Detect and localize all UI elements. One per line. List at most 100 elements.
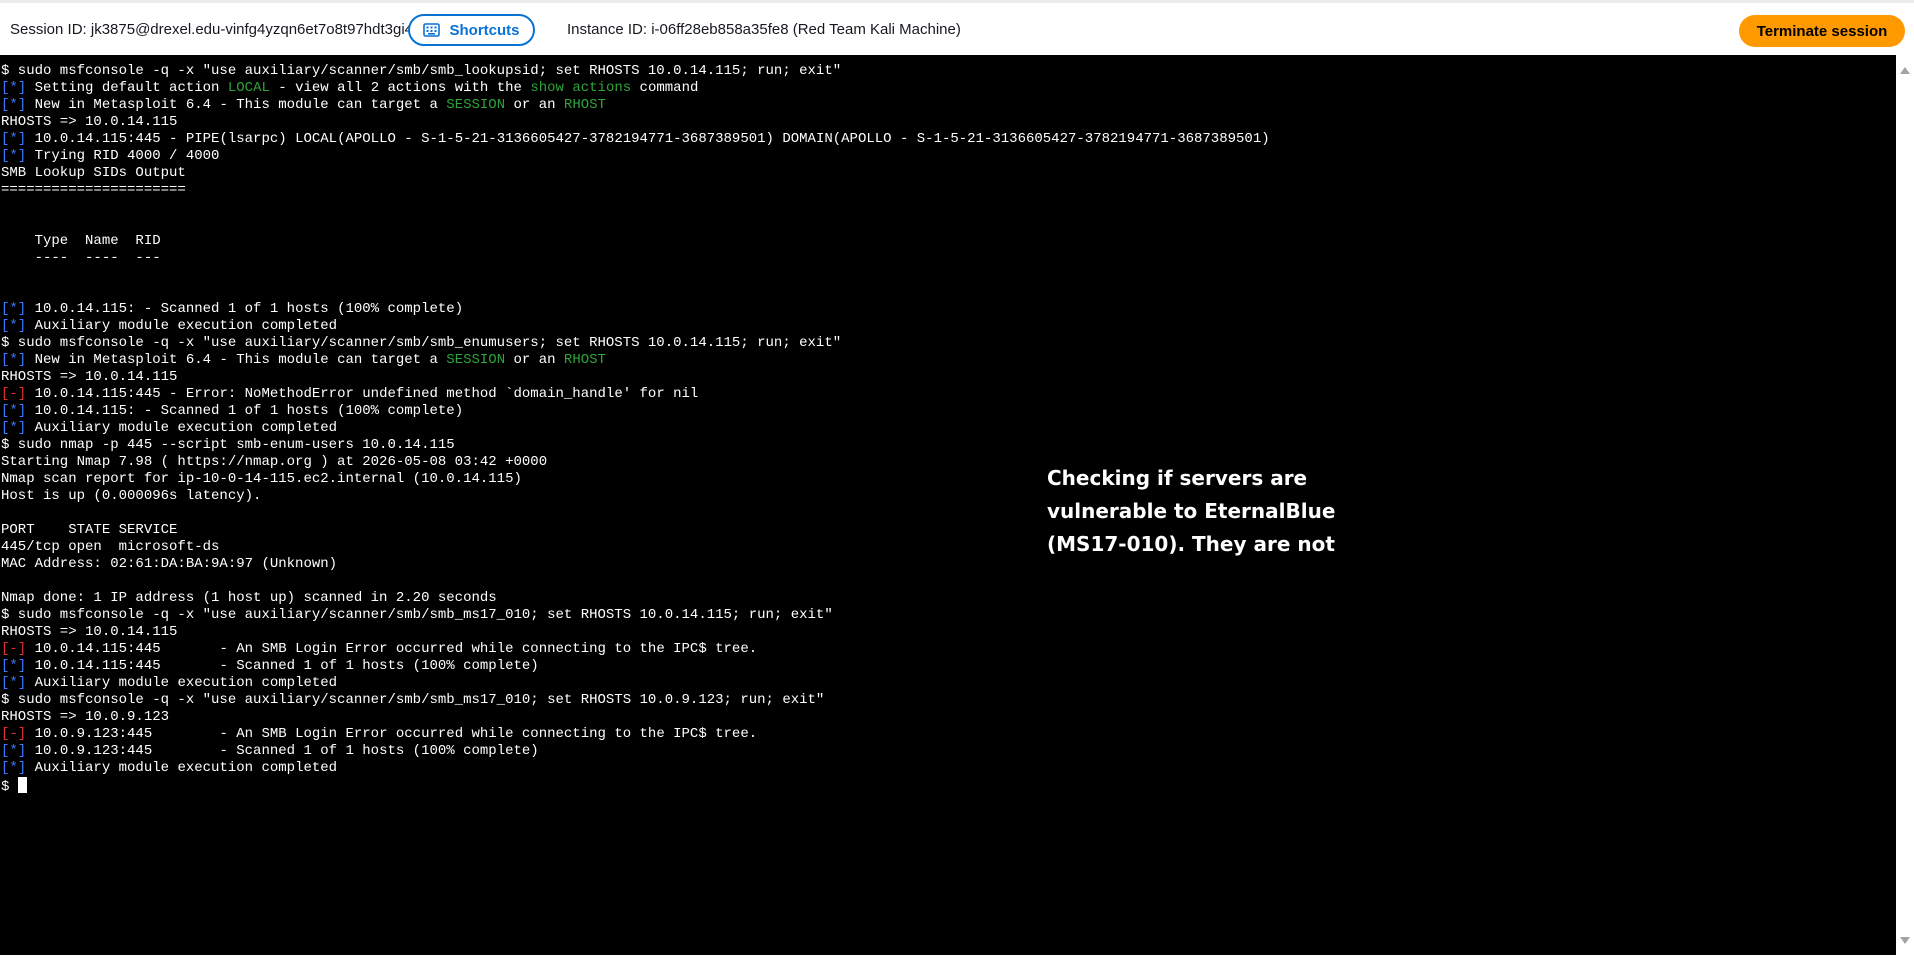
terminal-line: [*] Auxiliary module execution completed xyxy=(1,675,1270,692)
terminal-text: Auxiliary module execution completed xyxy=(26,760,338,776)
session-bar: Session ID: jk3875@drexel.edu-vinfg4yzqn… xyxy=(0,0,1914,55)
annotation-text: Checking if servers are vulnerable to Et… xyxy=(1047,466,1336,556)
terminal-tag-green: SESSION xyxy=(446,352,506,368)
terminal-text: Nmap done: 1 IP address (1 host up) scan… xyxy=(1,590,497,606)
terminal-tag-green: LOCAL xyxy=(227,80,270,96)
terminal-text: RHOSTS => 10.0.14.115 xyxy=(1,114,178,130)
terminal-line: [*] Auxiliary module execution completed xyxy=(1,420,1270,437)
terminal-tag-red: [-] xyxy=(1,726,27,742)
terminal-text: command xyxy=(631,80,699,96)
terminal-text: 10.0.9.123:445 - Scanned 1 of 1 hosts (1… xyxy=(26,743,539,759)
terminal-line: $ sudo msfconsole -q -x "use auxiliary/s… xyxy=(1,63,1270,80)
shortcuts-label: Shortcuts xyxy=(449,21,520,39)
terminal-line: [-] 10.0.9.123:445 - An SMB Login Error … xyxy=(1,726,1270,743)
terminal-text: $ sudo msfconsole -q -x "use auxiliary/s… xyxy=(1,335,842,351)
terminal-line: [*] New in Metasploit 6.4 - This module … xyxy=(1,97,1270,114)
terminal-tag-green: RHOST xyxy=(563,352,606,368)
terminal-text: 10.0.14.115:445 - Error: NoMethodError u… xyxy=(26,386,699,402)
terminal-text: MAC Address: 02:61:DA:BA:9A:97 (Unknown) xyxy=(1,556,338,572)
terminal-tag-blue: [*] xyxy=(1,301,27,317)
terminal-text: Auxiliary module execution completed xyxy=(26,675,338,691)
terminal-line: RHOSTS => 10.0.14.115 xyxy=(1,114,1270,131)
terminal-tag-blue: [*] xyxy=(1,675,27,691)
instance-id: Instance ID: i-06ff28eb858a35fe8 (Red Te… xyxy=(567,21,961,38)
browser-session-page: Session ID: jk3875@drexel.edu-vinfg4yzqn… xyxy=(0,0,1914,962)
terminal-line: $ sudo nmap -p 445 --script smb-enum-use… xyxy=(1,437,1270,454)
terminal-line: $ sudo msfconsole -q -x "use auxiliary/s… xyxy=(1,692,1270,709)
session-id: Session ID: jk3875@drexel.edu-vinfg4yzqn… xyxy=(10,21,413,38)
terminal-tag-blue: [*] xyxy=(1,760,27,776)
terminal-text: ====================== xyxy=(1,182,186,198)
terminal-line: Nmap done: 1 IP address (1 host up) scan… xyxy=(1,590,1270,607)
terminal-text: 10.0.14.115:445 - Scanned 1 of 1 hosts (… xyxy=(26,658,539,674)
terminal-line: ====================== xyxy=(1,182,1270,199)
terminal-tag-green: RHOST xyxy=(563,97,606,113)
terminal-tag-red: [-] xyxy=(1,386,27,402)
terminal-tag-blue: [*] xyxy=(1,403,27,419)
terminal-text: Auxiliary module execution completed xyxy=(26,420,338,436)
terminal-text: Nmap scan report for ip-10-0-14-115.ec2.… xyxy=(1,471,522,487)
terminal-line: [*] 10.0.14.115:445 - PIPE(lsarpc) LOCAL… xyxy=(1,131,1270,148)
terminal-tag-green: SESSION xyxy=(446,97,506,113)
terminal-line: RHOSTS => 10.0.9.123 xyxy=(1,709,1270,726)
terminal-tag-blue: [*] xyxy=(1,148,27,164)
terminal-prompt: $ xyxy=(1,779,18,795)
terminal-line: SMB Lookup SIDs Output xyxy=(1,165,1270,182)
terminal-line: ---- ---- --- xyxy=(1,250,1270,267)
terminate-session-button[interactable]: Terminate session xyxy=(1739,15,1905,47)
terminal-text: RHOSTS => 10.0.14.115 xyxy=(1,369,178,385)
terminal-scrollbar[interactable] xyxy=(1896,55,1914,955)
terminal-output: $ sudo msfconsole -q -x "use auxiliary/s… xyxy=(1,63,1270,795)
terminal[interactable]: $ sudo msfconsole -q -x "use auxiliary/s… xyxy=(0,55,1896,955)
terminal-text: $ sudo msfconsole -q -x "use auxiliary/s… xyxy=(1,692,825,708)
terminal-text: 10.0.9.123:445 - An SMB Login Error occu… xyxy=(26,726,758,742)
terminal-text: 10.0.14.115:445 - PIPE(lsarpc) LOCAL(APO… xyxy=(26,131,1270,147)
scroll-down-arrow-icon[interactable] xyxy=(1900,937,1910,944)
terminal-text: $ sudo nmap -p 445 --script smb-enum-use… xyxy=(1,437,455,453)
terminal-line: [*] 10.0.14.115:445 - Scanned 1 of 1 hos… xyxy=(1,658,1270,675)
terminal-text: $ sudo msfconsole -q -x "use auxiliary/s… xyxy=(1,63,842,79)
terminal-text: Setting default action xyxy=(26,80,228,96)
terminal-line: $ sudo msfconsole -q -x "use auxiliary/s… xyxy=(1,335,1270,352)
terminal-tag-blue: [*] xyxy=(1,658,27,674)
terminal-line: [*] 10.0.14.115: - Scanned 1 of 1 hosts … xyxy=(1,301,1270,318)
terminal-line: $ sudo msfconsole -q -x "use auxiliary/s… xyxy=(1,607,1270,624)
shortcuts-button[interactable]: Shortcuts xyxy=(408,14,535,46)
scroll-up-arrow-icon[interactable] xyxy=(1900,67,1910,74)
terminal-text: Auxiliary module execution completed xyxy=(26,318,338,334)
terminal-text: RHOSTS => 10.0.9.123 xyxy=(1,709,170,725)
terminal-line: [*] Trying RID 4000 / 4000 xyxy=(1,148,1270,165)
terminal-text: RHOSTS => 10.0.14.115 xyxy=(1,624,178,640)
terminal-line: [*] 10.0.14.115: - Scanned 1 of 1 hosts … xyxy=(1,403,1270,420)
terminal-line: [*] Auxiliary module execution completed xyxy=(1,760,1270,777)
terminal-line: [*] Setting default action LOCAL - view … xyxy=(1,80,1270,97)
terminal-text: New in Metasploit 6.4 - This module can … xyxy=(26,352,447,368)
terminal-text: PORT STATE SERVICE xyxy=(1,522,178,538)
terminal-line: [-] 10.0.14.115:445 - Error: NoMethodErr… xyxy=(1,386,1270,403)
terminal-text: Host is up (0.000096s latency). xyxy=(1,488,262,504)
terminal-cursor xyxy=(17,777,27,793)
terminal-line: [*] Auxiliary module execution completed xyxy=(1,318,1270,335)
terminal-text: SMB Lookup SIDs Output xyxy=(1,165,186,181)
terminal-tag-blue: [*] xyxy=(1,97,27,113)
terminal-tag-blue: [*] xyxy=(1,80,27,96)
terminal-text: or an xyxy=(505,352,564,368)
terminal-text: 10.0.14.115: - Scanned 1 of 1 hosts (100… xyxy=(26,403,464,419)
terminal-text: ---- ---- --- xyxy=(1,250,161,266)
terminal-line: [*] 10.0.9.123:445 - Scanned 1 of 1 host… xyxy=(1,743,1270,760)
bottom-border xyxy=(0,955,1914,962)
terminal-tag-blue: [*] xyxy=(1,420,27,436)
terminal-text: or an xyxy=(505,97,564,113)
terminal-text: Trying RID 4000 / 4000 xyxy=(26,148,220,164)
terminal-text: Starting Nmap 7.98 ( https://nmap.org ) … xyxy=(1,454,548,470)
keyboard-icon xyxy=(423,23,441,37)
terminal-line: [*] New in Metasploit 6.4 - This module … xyxy=(1,352,1270,369)
terminal-text: 10.0.14.115: - Scanned 1 of 1 hosts (100… xyxy=(26,301,464,317)
terminal-prompt-line[interactable]: $ xyxy=(1,777,1270,795)
terminal-tag-blue: [*] xyxy=(1,743,27,759)
terminal-text: $ sudo msfconsole -q -x "use auxiliary/s… xyxy=(1,607,833,623)
terminal-line: [-] 10.0.14.115:445 - An SMB Login Error… xyxy=(1,641,1270,658)
terminal-text: 445/tcp open microsoft-ds xyxy=(1,539,220,555)
